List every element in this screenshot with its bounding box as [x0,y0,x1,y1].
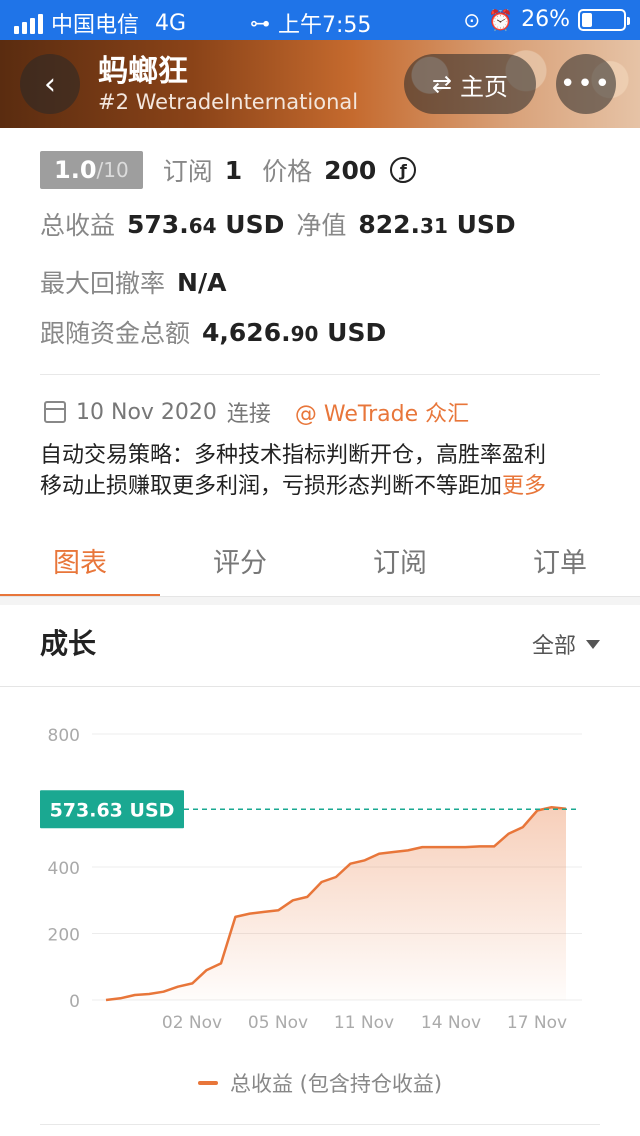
legend-swatch [198,1081,218,1085]
price-label: 价格 [262,157,313,186]
subscribe-count: 1 [224,155,243,185]
price-value: 200 [324,155,377,185]
more-options-button[interactable]: ••• [556,54,616,114]
subscribe-label: 订阅 [162,157,213,186]
connect-date: 10 Nov 2020 [76,399,217,425]
rating-badge: 1.0/10 [40,151,143,189]
description-line-1: 自动交易策略：多种技术指标判断开仓，高胜率盈利 [40,443,547,468]
growth-divider [0,686,640,687]
y-tick-label: 400 [48,859,80,879]
rating-value: 1.0 [54,156,97,184]
more-dots-icon: ••• [559,69,612,99]
signal-info: 1.0/10 订阅 1 价格 200 ƒ 总收益 573.64 USD 净值 8… [40,148,620,354]
carrier-label: 中国电信 [51,13,140,38]
series-area [106,807,566,1000]
link-icon: ⊶ [250,11,270,35]
network-label: 4G [155,10,187,36]
page-subtitle: #2 WetradeInternational [98,90,359,114]
follow-funds-value: 4,626.90 USD [202,317,387,347]
growth-filter-dropdown[interactable]: 全部 [532,628,600,660]
battery-percent: 26% [521,7,570,32]
time-label: 上午7:55 [278,13,372,38]
y-tick-label: 0 [69,992,80,1012]
connect-label: 连接 [226,402,271,427]
rating-max: /10 [96,158,129,182]
strategy-description: 自动交易策略：多种技术指标判断开仓，高胜率盈利 移动止损赚取更多利润，亏损形态判… [40,440,600,502]
chart-legend: 总收益 (包含持仓收益) [198,1068,442,1098]
growth-filter-label: 全部 [531,634,576,659]
max-drawdown-label: 最大回撤率 [40,269,166,298]
header: ‹ 蚂螂狂 #2 WetradeInternational ⇄ 主页 ••• [0,40,640,128]
total-profit-label: 总收益 [40,211,116,240]
growth-chart: 0 200 400 800 02 Nov 05 Nov 11 Nov 14 Nov 17 Nov… [40,726,582,1033]
caret-down-icon [586,639,600,649]
total-profit-value: 573.64 USD [127,209,285,239]
tab-orders[interactable]: 订单 [480,522,640,598]
legend-label: 总收益 (包含持仓收益) [230,1072,443,1096]
tab-chart[interactable]: 图表 [0,522,160,598]
x-tick-label: 17 Nov [507,1013,567,1033]
battery-icon [578,8,630,31]
info-divider [40,374,600,375]
chevron-left-icon: ‹ [44,66,56,102]
alarm-icon: ⏰ [488,7,514,32]
y-tick-label: 800 [48,726,80,746]
tab-bar: 图表 评分 订阅 订单 [0,522,640,598]
swap-icon: ⇄ [431,70,453,98]
tab-rating[interactable]: 评分 [160,522,320,598]
home-button-label: 主页 [460,72,509,101]
max-drawdown-value: N/A [177,267,227,297]
back-button[interactable]: ‹ [20,54,80,114]
rotation-lock-icon: ⊙ [463,7,481,32]
connect-row: 10 Nov 2020 连接 @ WeTrade 众汇 [44,396,469,428]
home-button[interactable]: ⇄ 主页 [404,54,536,114]
x-tick-label: 14 Nov [421,1013,481,1033]
y-tick-label: 200 [48,926,80,946]
signal-icon [14,12,43,34]
section-gap [0,597,640,605]
bottom-divider [40,1124,600,1125]
calendar-icon [44,401,66,423]
net-value-label: 净值 [296,211,347,240]
follow-funds-label: 跟随资金总额 [40,319,191,348]
x-tick-label: 11 Nov [334,1013,394,1033]
description-line-2: 移动止损赚取更多利润，亏损形态判断不等距加 [40,474,503,499]
net-value-value: 822.31 USD [358,209,516,239]
growth-title: 成长 [40,627,97,660]
status-bar: 中国电信 4G ⊶ 上午7:55 ⊙ ⏰ 26% [0,0,640,40]
page-title: 蚂螂狂 [98,54,188,89]
tab-subscribe[interactable]: 订阅 [320,522,480,598]
x-tick-label: 05 Nov [248,1013,308,1033]
more-link[interactable]: 更多 [502,474,546,499]
broker-link[interactable]: @ WeTrade 众汇 [295,396,469,428]
x-tick-label: 02 Nov [162,1013,222,1033]
coin-icon: ƒ [390,157,417,183]
current-value-label: 573.63 USD [50,799,175,821]
